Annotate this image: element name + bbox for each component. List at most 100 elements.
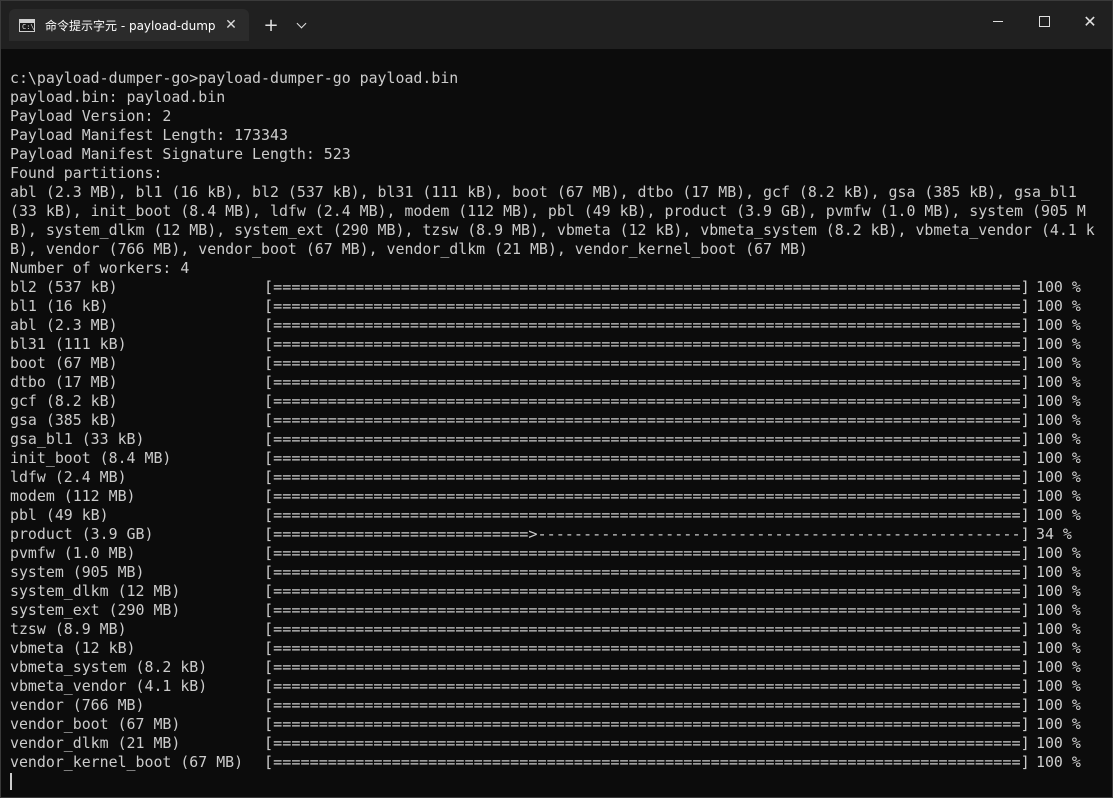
progress-bar: [=======================================… (264, 620, 1030, 638)
progress-row: product (3.9 GB) [=======================… (10, 525, 1095, 544)
progress-bar: [=======================================… (264, 316, 1030, 334)
workers-line: Number of workers: 4 (10, 259, 190, 277)
partition-name: vbmeta_system (8.2 kB) (10, 658, 208, 676)
progress-percent: 100 % (1036, 392, 1081, 410)
progress-row: bl1 (16 kB) [============================… (10, 297, 1095, 316)
title-bar[interactable]: C:\ 命令提示字元 - payload-dump ✕ + ✕ (1, 1, 1112, 49)
partition-name: product (3.9 GB) (10, 525, 154, 543)
progress-row: modem (112 MB) [=========================… (10, 487, 1095, 506)
progress-row: tzsw (8.9 MB) [==========================… (10, 620, 1095, 639)
progress-bar: [=======================================… (264, 696, 1030, 714)
progress-percent: 100 % (1036, 468, 1081, 486)
progress-percent: 100 % (1036, 620, 1081, 638)
progress-bar: [=======================================… (264, 335, 1030, 353)
command-prompt-icon-text: C:\ (22, 22, 35, 31)
terminal-output[interactable]: c:\payload-dumper-go>payload-dumper-go p… (10, 69, 1095, 791)
progress-row: bl31 (111 kB) [==========================… (10, 335, 1095, 354)
close-window-button[interactable]: ✕ (1067, 1, 1113, 41)
progress-row: gsa (385 kB) [===========================… (10, 411, 1095, 430)
partition-name: vendor_dlkm (21 MB) (10, 734, 181, 752)
progress-bar: [=======================================… (264, 639, 1030, 657)
progress-percent: 100 % (1036, 430, 1081, 448)
close-icon: ✕ (1083, 11, 1097, 31)
progress-percent: 34 % (1036, 525, 1072, 543)
progress-bar: [=======================================… (264, 715, 1030, 733)
progress-row: pbl (49 kB) [============================… (10, 506, 1095, 525)
progress-row: vendor (766 MB) [========================… (10, 696, 1095, 715)
progress-percent: 100 % (1036, 563, 1081, 581)
partition-name: pvmfw (1.0 MB) (10, 544, 136, 562)
progress-bar: [=======================================… (264, 392, 1030, 410)
progress-row: gcf (8.2 kB) [===========================… (10, 392, 1095, 411)
maximize-icon (1038, 15, 1050, 27)
output-line: c:\payload-dumper-go>payload-dumper-go p… (10, 69, 459, 87)
progress-bar: [=======================================… (264, 354, 1030, 372)
output-line: Payload Manifest Length: 173343 (10, 126, 288, 144)
partition-name: boot (67 MB) (10, 354, 118, 372)
new-tab-button[interactable]: + (259, 13, 283, 37)
progress-percent: 100 % (1036, 677, 1081, 695)
progress-bar: [=======================================… (264, 582, 1030, 600)
progress-percent: 100 % (1036, 639, 1081, 657)
partition-name: gsa (385 kB) (10, 411, 118, 429)
output-line: Payload Manifest Signature Length: 523 (10, 145, 351, 163)
output-line: Payload Version: 2 (10, 107, 172, 125)
partition-name: ldfw (2.4 MB) (10, 468, 127, 486)
partition-name: gcf (8.2 kB) (10, 392, 118, 410)
progress-percent: 100 % (1036, 734, 1081, 752)
tab-dropdown-button[interactable] (289, 13, 313, 37)
partition-name: system_ext (290 MB) (10, 601, 181, 619)
partition-name: vbmeta (12 kB) (10, 639, 136, 657)
progress-bar: [=======================================… (264, 449, 1030, 467)
progress-bar: [=======================================… (264, 734, 1030, 752)
progress-bar: [=======================================… (264, 278, 1030, 296)
progress-percent: 100 % (1036, 715, 1081, 733)
scrollbar[interactable] (1106, 53, 1110, 783)
progress-row: vbmeta (12 kB) [=========================… (10, 639, 1095, 658)
progress-bar: [============================>----------… (264, 525, 1030, 543)
text-cursor (10, 773, 12, 790)
progress-row: ldfw (2.4 MB) [==========================… (10, 468, 1095, 487)
partition-name: init_boot (8.4 MB) (10, 449, 172, 467)
maximize-button[interactable] (1021, 1, 1067, 41)
partition-name: gsa_bl1 (33 kB) (10, 430, 145, 448)
progress-percent: 100 % (1036, 696, 1081, 714)
progress-percent: 100 % (1036, 487, 1081, 505)
progress-percent: 100 % (1036, 544, 1081, 562)
partition-name: vendor_boot (67 MB) (10, 715, 181, 733)
minimize-button[interactable] (975, 1, 1021, 41)
minimize-icon (993, 20, 1003, 22)
progress-bar: [=======================================… (264, 677, 1030, 695)
partition-name: dtbo (17 MB) (10, 373, 118, 391)
partition-name: bl2 (537 kB) (10, 278, 118, 296)
progress-bar: [=======================================… (264, 563, 1030, 581)
progress-row: vbmeta_vendor (4.1 kB) [=================… (10, 677, 1095, 696)
progress-percent: 100 % (1036, 354, 1081, 372)
partition-name: tzsw (8.9 MB) (10, 620, 127, 638)
progress-percent: 100 % (1036, 582, 1081, 600)
terminal-window: C:\ 命令提示字元 - payload-dump ✕ + ✕ c:\paylo… (0, 0, 1113, 798)
progress-percent: 100 % (1036, 373, 1081, 391)
partition-name: vbmeta_vendor (4.1 kB) (10, 677, 208, 695)
progress-percent: 100 % (1036, 335, 1081, 353)
progress-bar: [=======================================… (264, 373, 1030, 391)
close-tab-icon[interactable]: ✕ (221, 15, 241, 35)
partition-name: abl (2.3 MB) (10, 316, 118, 334)
partitions-list: abl (2.3 MB), bl1 (16 kB), bl2 (537 kB),… (10, 183, 1095, 258)
progress-row: system_ext (290 MB) [====================… (10, 601, 1095, 620)
chevron-down-icon (296, 18, 306, 29)
partition-name: pbl (49 kB) (10, 506, 109, 524)
progress-row: system_dlkm (12 MB) [====================… (10, 582, 1095, 601)
terminal-tab[interactable]: C:\ 命令提示字元 - payload-dump ✕ (9, 9, 249, 41)
progress-bar: [=======================================… (264, 506, 1030, 524)
progress-percent: 100 % (1036, 411, 1081, 429)
progress-row: vendor_boot (67 MB) [====================… (10, 715, 1095, 734)
progress-percent: 100 % (1036, 297, 1081, 315)
progress-row: vendor_dlkm (21 MB) [====================… (10, 734, 1095, 753)
partition-name: system (905 MB) (10, 563, 145, 581)
partition-name: modem (112 MB) (10, 487, 136, 505)
progress-row: boot (67 MB) [===========================… (10, 354, 1095, 373)
progress-percent: 100 % (1036, 449, 1081, 467)
progress-bar: [=======================================… (264, 297, 1030, 315)
progress-list: bl2 (537 kB) [===========================… (10, 278, 1095, 772)
